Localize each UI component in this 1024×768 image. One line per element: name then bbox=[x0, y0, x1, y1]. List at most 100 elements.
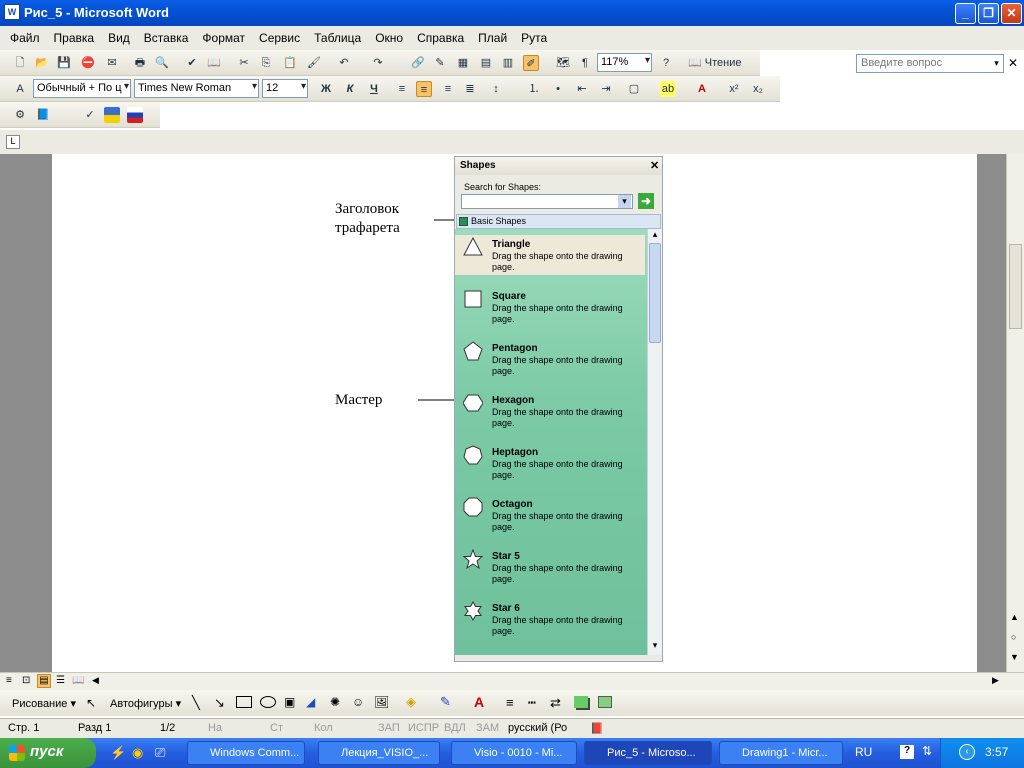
print-preview-icon[interactable]: 🔍 bbox=[154, 55, 170, 71]
start-button[interactable]: пуск bbox=[0, 738, 96, 768]
shape-item-pentagon[interactable]: Pentagon Drag the shape onto the drawing … bbox=[455, 339, 645, 379]
next-page-icon[interactable]: ▼ bbox=[1010, 652, 1019, 662]
web-view-icon[interactable]: ⊡ bbox=[22, 675, 30, 686]
numbering-icon[interactable]: ⒈ bbox=[526, 81, 542, 97]
draw-menu-button[interactable]: Рисование ▾ bbox=[12, 697, 76, 710]
zoom-select[interactable]: 117% bbox=[597, 53, 652, 72]
line-spacing-icon[interactable]: ↕ bbox=[488, 81, 504, 97]
paste-icon[interactable]: 📋 bbox=[282, 55, 298, 71]
help-icon[interactable]: ? bbox=[658, 55, 674, 71]
document-vscroll[interactable]: ▲ ○ ▼ bbox=[1006, 154, 1024, 672]
arrow-icon[interactable]: ↘ bbox=[214, 695, 225, 711]
align-center-icon[interactable]: ≡ bbox=[416, 81, 432, 97]
word-app-icon[interactable]: W bbox=[4, 4, 20, 20]
tables-borders-icon[interactable]: ✎ bbox=[432, 55, 448, 71]
scroll-thumb[interactable] bbox=[649, 243, 661, 343]
shape-item-triangle[interactable]: Triangle Drag the shape onto the drawing … bbox=[455, 235, 645, 275]
diagram-icon[interactable]: ✺ bbox=[330, 695, 340, 709]
task-visio-0010[interactable]: Visio - 0010 - Mi... bbox=[451, 741, 577, 765]
line-style-icon[interactable]: ≡ bbox=[506, 695, 514, 710]
quicklaunch-icon-2[interactable]: ◉ bbox=[132, 745, 143, 761]
shape-item-hexagon[interactable]: Hexagon Drag the shape onto the drawing p… bbox=[455, 391, 645, 431]
rectangle-icon[interactable] bbox=[236, 696, 252, 708]
menu-item-8[interactable]: Справка bbox=[417, 31, 464, 45]
open-icon[interactable]: 📂 bbox=[34, 55, 50, 71]
status-trk[interactable]: ИСПР bbox=[408, 722, 439, 734]
hyperlink-icon[interactable]: 🔗 bbox=[410, 55, 426, 71]
textbox-icon[interactable]: ▣ bbox=[284, 695, 295, 709]
shape-item-octagon[interactable]: Octagon Drag the shape onto the drawing p… bbox=[455, 495, 645, 535]
menu-item-5[interactable]: Сервис bbox=[259, 31, 300, 45]
italic-button[interactable]: К bbox=[342, 81, 358, 97]
size-select[interactable]: 12 bbox=[262, 79, 308, 98]
underline-button[interactable]: Ч bbox=[366, 81, 382, 97]
menu-item-6[interactable]: Таблица bbox=[314, 31, 361, 45]
decrease-indent-icon[interactable]: ⇤ bbox=[574, 81, 590, 97]
search-go-icon[interactable]: ➜ bbox=[638, 193, 654, 209]
doc-close-icon[interactable]: ✕ bbox=[1008, 56, 1018, 70]
cut-icon[interactable]: ✂ bbox=[236, 55, 252, 71]
stencil-header[interactable]: Basic Shapes bbox=[456, 214, 661, 229]
justify-icon[interactable]: ≣ bbox=[462, 81, 478, 97]
reading-button[interactable]: 📖 Чтение bbox=[688, 55, 748, 71]
show-hide-icon[interactable]: ¶ bbox=[577, 55, 593, 71]
picture-icon[interactable]: 🖼 bbox=[374, 695, 389, 709]
task-lecture-visio[interactable]: Лекция_VISIO_... bbox=[318, 741, 440, 765]
font-color-icon[interactable]: A bbox=[694, 81, 710, 97]
tab-selector-icon[interactable]: L bbox=[6, 135, 20, 149]
fill-color-icon[interactable]: ◈ bbox=[406, 694, 416, 710]
format-painter-icon[interactable]: 🖌 bbox=[306, 55, 322, 71]
shape-search-input[interactable] bbox=[461, 194, 633, 209]
menu-item-2[interactable]: Вид bbox=[108, 31, 130, 45]
save-icon[interactable]: 💾 bbox=[56, 55, 72, 71]
task-windows-commander[interactable]: Windows Comm... bbox=[187, 741, 305, 765]
tray-expand-icon[interactable]: ‹ bbox=[959, 744, 975, 760]
language-indicator[interactable]: RU bbox=[855, 745, 872, 759]
spelling-icon[interactable]: ✔ bbox=[184, 55, 200, 71]
menu-item-3[interactable]: Вставка bbox=[144, 31, 189, 45]
shapes-scrollbar[interactable]: ▴ ▾ bbox=[647, 229, 662, 655]
select-objects-icon[interactable]: ↖ bbox=[86, 696, 96, 710]
ask-dropdown-icon[interactable]: ▾ bbox=[990, 55, 1003, 72]
superscript-icon[interactable]: x² bbox=[726, 81, 742, 97]
clipart-icon[interactable]: ☺ bbox=[352, 695, 364, 709]
shape-item-star-5[interactable]: Star 5 Drag the shape onto the drawing pa… bbox=[455, 547, 645, 587]
browse-object-icon[interactable]: ○ bbox=[1011, 632, 1016, 642]
tray-monitor-icon[interactable]: ⇅ bbox=[922, 744, 932, 758]
prev-page-icon[interactable]: ▲ bbox=[1010, 612, 1019, 622]
highlight-icon[interactable]: ab bbox=[660, 81, 676, 97]
oval-icon[interactable] bbox=[260, 696, 276, 708]
subscript-icon[interactable]: x₂ bbox=[750, 81, 766, 97]
status-ext[interactable]: ВДЛ bbox=[444, 722, 466, 734]
document-map-icon[interactable]: 🗺 bbox=[555, 55, 571, 71]
insert-excel-icon[interactable]: ▤ bbox=[478, 55, 494, 71]
undo-icon[interactable]: ↶ bbox=[336, 55, 352, 71]
minimize-button[interactable]: _ bbox=[955, 3, 976, 24]
scroll-up-icon[interactable]: ▴ bbox=[649, 229, 661, 242]
close-button[interactable]: ✕ bbox=[1001, 3, 1022, 24]
spell-check-icon[interactable]: ✓ bbox=[82, 107, 98, 123]
styles-icon[interactable]: A bbox=[12, 81, 28, 97]
tool-icon-1[interactable]: ⚙ bbox=[12, 107, 28, 123]
search-dropdown-icon[interactable]: ▾ bbox=[618, 195, 631, 208]
reading-view-icon[interactable]: 📖 bbox=[72, 675, 84, 686]
print-icon[interactable]: 🖶 bbox=[132, 55, 148, 71]
russia-flag-icon[interactable] bbox=[127, 107, 143, 123]
quicklaunch-icon-3[interactable]: ⎚ bbox=[155, 745, 165, 761]
shape-item-square[interactable]: Square Drag the shape onto the drawing pa… bbox=[455, 287, 645, 327]
menu-item-10[interactable]: Рута bbox=[521, 31, 547, 45]
new-icon[interactable]: 🗋 bbox=[12, 55, 28, 71]
menu-item-9[interactable]: Плай bbox=[478, 31, 507, 45]
line-color-icon[interactable]: ✎ bbox=[440, 694, 451, 710]
borders-icon[interactable]: ▢ bbox=[626, 81, 642, 97]
vscroll-thumb[interactable] bbox=[1009, 244, 1022, 329]
status-rec[interactable]: ЗАП bbox=[378, 722, 400, 734]
shape-item-star-6[interactable]: Star 6 Drag the shape onto the drawing pa… bbox=[455, 599, 645, 639]
drawing-icon[interactable]: ✐ bbox=[523, 55, 539, 71]
redo-icon[interactable]: ↷ bbox=[370, 55, 386, 71]
research-icon[interactable]: 📖 bbox=[206, 55, 222, 71]
shape-item-heptagon[interactable]: Heptagon Drag the shape onto the drawing … bbox=[455, 443, 645, 483]
autoshapes-button[interactable]: Автофигуры ▾ bbox=[110, 697, 181, 710]
shadow-style-icon[interactable] bbox=[574, 696, 588, 708]
email-icon[interactable]: ✉ bbox=[104, 55, 120, 71]
